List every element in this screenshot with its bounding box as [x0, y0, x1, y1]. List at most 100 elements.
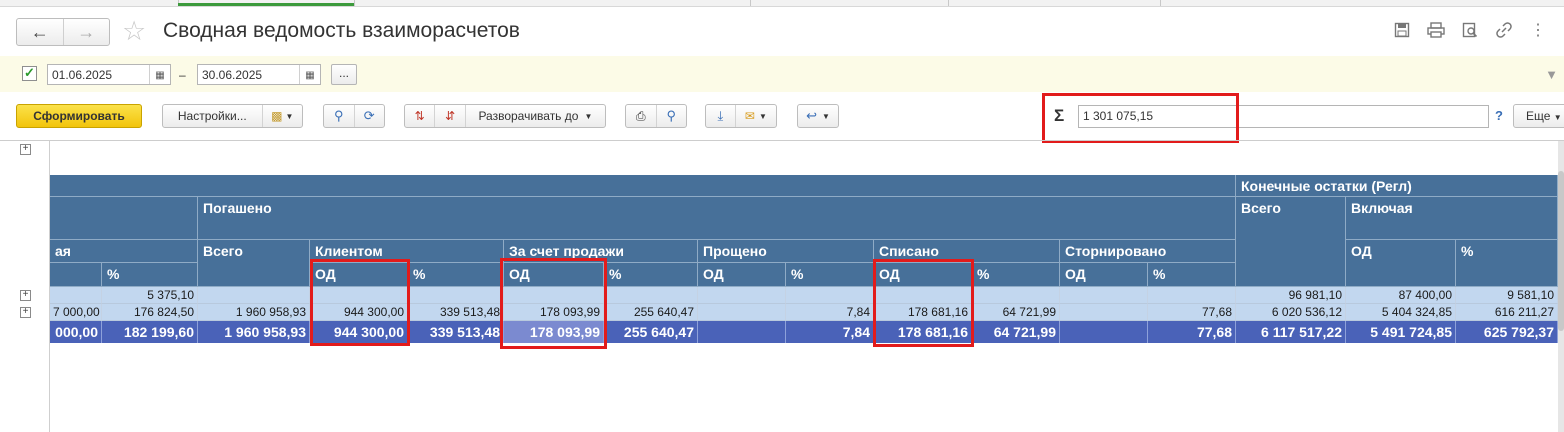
row1-cell: 5 375,10: [102, 287, 198, 304]
expand-row-icon[interactable]: +: [20, 290, 31, 301]
chevron-down-icon: ▼: [821, 111, 830, 121]
row1-cell: [50, 287, 102, 304]
row2-cell: 178 093,99: [504, 304, 604, 321]
undo-button[interactable]: ↩ ▼: [797, 104, 839, 128]
vertical-scrollbar[interactable]: [1558, 141, 1564, 432]
sum-field[interactable]: 1 301 075,15: [1078, 105, 1489, 128]
forward-button[interactable]: →: [62, 19, 110, 45]
totals-cell: 182 199,60: [102, 321, 198, 343]
search-next-icon: ⟳: [363, 108, 375, 123]
sort-desc-icon: ⇅: [414, 109, 425, 123]
header-forgiven-od: ОД: [698, 263, 786, 287]
select-period-button[interactable]: ...: [331, 64, 357, 85]
report-spreadsheet[interactable]: + + + Конечные остатки (Регл) Погашено В…: [0, 140, 1564, 432]
more-actions-button[interactable]: Еще ▼: [1513, 104, 1564, 128]
preview-icon: ⚲: [666, 108, 677, 123]
totals-cell: 625 792,37: [1456, 321, 1558, 343]
header-reversed: Сторнировано: [1060, 240, 1236, 263]
arrow-left-icon: ←: [30, 21, 49, 42]
totals-cell: 64 721,99: [972, 321, 1060, 343]
totals-cell: [698, 321, 786, 343]
calendar-icon[interactable]: ▦: [149, 65, 170, 84]
date-to-value: 30.06.2025: [202, 68, 263, 82]
totals-cell: 5 491 724,85: [1346, 321, 1456, 343]
totals-cell: 255 640,47: [604, 321, 698, 343]
variants-dropdown[interactable]: ▩ ▼: [261, 105, 302, 127]
header-including: Включая: [1346, 197, 1558, 240]
page-title: Сводная ведомость взаиморасчетов: [163, 19, 520, 42]
header-paid-off: Погашено: [198, 197, 1236, 240]
title-actions: ⋮: [1392, 20, 1548, 40]
search-next-button[interactable]: ⟳: [353, 105, 385, 127]
help-link[interactable]: ?: [1495, 108, 1503, 123]
chevron-down-icon: ▼: [758, 111, 767, 121]
row2-cell: 176 824,50: [102, 304, 198, 321]
period-checkbox[interactable]: ✓: [22, 66, 37, 81]
row1-cell: 9 581,10: [1456, 287, 1558, 304]
more-actions-label: Еще: [1526, 109, 1551, 123]
print-icon[interactable]: [1426, 20, 1446, 40]
date-separator: –: [179, 68, 186, 82]
settings-button[interactable]: Настройки...: [163, 105, 262, 127]
row1-cell: 87 400,00: [1346, 287, 1456, 304]
generate-button[interactable]: Сформировать: [16, 104, 142, 128]
totals-cell: 6 117 517,22: [1236, 321, 1346, 343]
search-button[interactable]: ⚲: [324, 105, 354, 127]
print-button-group: ⎙ ⚲: [625, 104, 687, 128]
search-button-group: ⚲ ⟳: [323, 104, 385, 128]
row2-cell: 7 000,00: [50, 304, 102, 321]
row1-cell: [786, 287, 874, 304]
header-written-off-od: ОД: [874, 263, 972, 287]
settings-button-group: Настройки... ▩ ▼: [162, 104, 303, 128]
scrollbar-thumb[interactable]: [1558, 171, 1564, 331]
search-icon: ⚲: [333, 108, 344, 123]
header-forgiven-pct: %: [786, 263, 874, 287]
date-from-field[interactable]: 01.06.2025 ▦: [47, 64, 171, 85]
preview-icon[interactable]: [1460, 20, 1480, 40]
print-button[interactable]: ⎙: [626, 105, 656, 127]
favorite-star-icon[interactable]: ☆: [122, 16, 146, 46]
save-file-button[interactable]: ⤓: [706, 105, 735, 127]
print-preview-button[interactable]: ⚲: [655, 105, 687, 127]
kebab-menu-icon[interactable]: ⋮: [1528, 20, 1548, 40]
expand-all-icon[interactable]: +: [20, 144, 31, 155]
header-final-pct: %: [1456, 240, 1558, 287]
chevron-down-icon: ▼: [584, 111, 593, 121]
sort-desc-button[interactable]: ⇅: [405, 105, 434, 127]
header-final-od: ОД: [1346, 240, 1456, 287]
undo-icon: ↩: [806, 108, 817, 123]
row1-cell: [310, 287, 408, 304]
totals-cell: 1 960 958,93: [198, 321, 310, 343]
expand-to-dropdown[interactable]: Разворачивать до ▼: [464, 105, 605, 127]
row2-cell: 255 640,47: [604, 304, 698, 321]
save-icon[interactable]: [1392, 20, 1412, 40]
expand-row-icon[interactable]: +: [20, 307, 31, 318]
filter-icon[interactable]: ▼: [1545, 67, 1558, 82]
row2-cell: [698, 304, 786, 321]
row2-cell: 616 211,27: [1456, 304, 1558, 321]
period-filter-bar: ✓ 01.06.2025 ▦ – 30.06.2025 ▦ ... ▼: [0, 56, 1564, 92]
calendar-icon[interactable]: ▦: [299, 65, 320, 84]
export-button-group: ⤓ ✉ ▼: [705, 104, 777, 128]
date-to-field[interactable]: 30.06.2025 ▦: [197, 64, 321, 85]
header-client-od: ОД: [310, 263, 408, 287]
row1-cell: [972, 287, 1060, 304]
header-left-pct: %: [102, 263, 198, 287]
row1-cell: [1060, 287, 1148, 304]
send-email-button[interactable]: ✉ ▼: [734, 105, 776, 127]
totals-cell: 339 513,48: [408, 321, 504, 343]
totals-cell: [1060, 321, 1148, 343]
totals-cell: 7,84: [786, 321, 874, 343]
totals-cell: 77,68: [1148, 321, 1236, 343]
sort-asc-button[interactable]: ⇵: [434, 105, 464, 127]
row2-cell: 7,84: [786, 304, 874, 321]
row2-cell: 944 300,00: [310, 304, 408, 321]
totals-cell-selected: 178 093,99: [504, 321, 604, 343]
header-sale-pct: %: [604, 263, 698, 287]
back-button[interactable]: ←: [17, 19, 63, 45]
row2-cell: 77,68: [1148, 304, 1236, 321]
link-icon[interactable]: [1494, 20, 1514, 40]
row2-cell: 6 020 536,12: [1236, 304, 1346, 321]
header-reversed-pct: %: [1148, 263, 1236, 287]
row2-cell: 5 404 324,85: [1346, 304, 1456, 321]
